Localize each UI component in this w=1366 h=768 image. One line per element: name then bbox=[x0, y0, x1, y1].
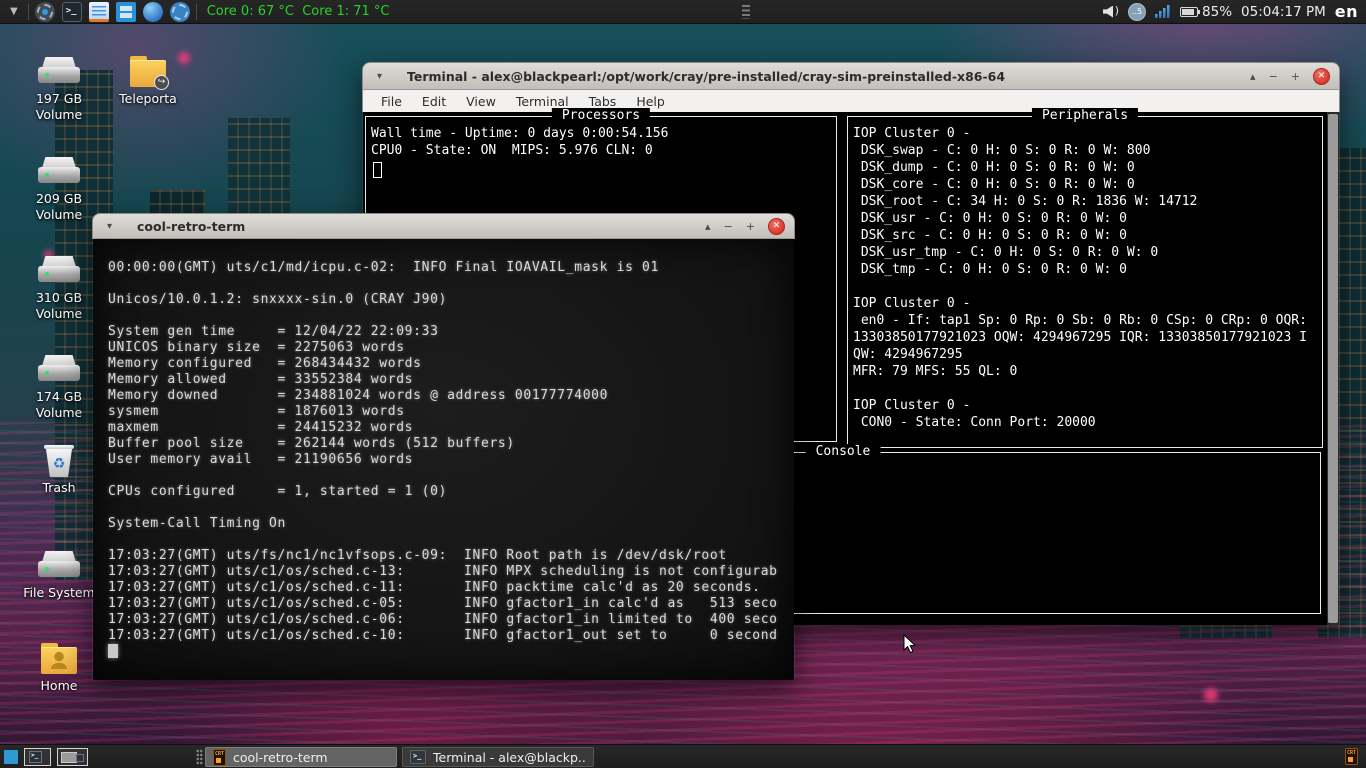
gear-blue-icon[interactable] bbox=[170, 2, 190, 22]
workspace-1[interactable] bbox=[24, 748, 51, 766]
menu-item-view[interactable]: View bbox=[456, 92, 506, 111]
indicator-icon[interactable]: ..5 bbox=[1128, 3, 1146, 21]
window-controls: ▴ − + ✕ bbox=[705, 218, 794, 235]
window-menu-arrow[interactable]: ▾ bbox=[377, 71, 391, 82]
mini-window-icon bbox=[61, 752, 77, 763]
home-folder-icon bbox=[37, 641, 81, 675]
desktop-icon-label: File System bbox=[23, 585, 95, 601]
taskbar-button-cool-retro-term[interactable]: cool-retro-term bbox=[205, 747, 397, 767]
desktop-icon-trash[interactable]: Trash bbox=[19, 443, 99, 496]
desktop-icon-volume-174[interactable]: 174 GB Volume bbox=[19, 352, 99, 421]
desktop-icon-home[interactable]: Home bbox=[19, 641, 99, 694]
shade-button[interactable]: ▴ bbox=[1250, 71, 1256, 82]
terminal-menubar: FileEditViewTerminalTabsHelp bbox=[362, 90, 1340, 112]
desktop-icon-label: Trash bbox=[42, 480, 75, 496]
battery-percent: 85% bbox=[1202, 4, 1232, 20]
processors-panel-title: Processors bbox=[552, 108, 650, 123]
close-button[interactable]: ✕ bbox=[1313, 68, 1330, 85]
peripherals-panel-title: Peripherals bbox=[1032, 108, 1138, 123]
folder-shortcut-icon bbox=[126, 54, 170, 88]
retro-term-output: 00:00:00(GMT) uts/c1/md/icpu.c-02: INFO … bbox=[93, 239, 794, 644]
shade-button[interactable]: ▴ bbox=[705, 221, 711, 232]
volume-icon[interactable] bbox=[1103, 5, 1119, 19]
desktop-icon-label: 310 GB Volume bbox=[36, 290, 83, 322]
taskbar: cool-retro-term Terminal - alex@blackp... bbox=[0, 744, 1366, 768]
panel-left: ▼ Core 0: 67 °C Core 1: 71 °C bbox=[0, 2, 389, 22]
taskbar-button-label: cool-retro-term bbox=[233, 750, 328, 765]
workspace-2[interactable] bbox=[57, 748, 88, 766]
desktop-icon-label: Teleporta bbox=[119, 91, 177, 107]
notes-icon[interactable] bbox=[89, 2, 109, 22]
terminal-titlebar[interactable]: ▾ Terminal - alex@blackpearl:/opt/work/c… bbox=[362, 62, 1340, 90]
maximize-button[interactable]: + bbox=[1291, 71, 1300, 82]
terminal-cursor bbox=[373, 162, 382, 178]
terminal-window-title: Terminal - alex@blackpearl:/opt/work/cra… bbox=[407, 69, 1005, 84]
menu-item-edit[interactable]: Edit bbox=[412, 92, 456, 111]
desktop-icon-label: 209 GB Volume bbox=[36, 191, 83, 223]
glow-orb bbox=[1204, 688, 1218, 702]
maximize-button[interactable]: + bbox=[746, 221, 755, 232]
retro-term-content[interactable]: 00:00:00(GMT) uts/c1/md/icpu.c-02: INFO … bbox=[93, 239, 794, 680]
retro-term-titlebar[interactable]: ▾ cool-retro-term ▴ − + ✕ bbox=[92, 213, 795, 239]
taskbar-app-icon[interactable] bbox=[4, 750, 18, 764]
trash-icon bbox=[37, 443, 81, 477]
browser-icon[interactable] bbox=[143, 2, 163, 22]
desktop-icon-file-system[interactable]: File System bbox=[19, 548, 99, 601]
panel-launchers bbox=[35, 2, 190, 22]
desktop-screen: ▼ Core 0: 67 °C Core 1: 71 °C ..5 85% 05… bbox=[0, 0, 1366, 768]
clock[interactable]: 05:04:17 PM bbox=[1241, 4, 1326, 20]
scrollbar[interactable] bbox=[1327, 112, 1339, 625]
desktop-icon-volume-197[interactable]: 197 GB Volume bbox=[19, 54, 99, 123]
drive-icon bbox=[37, 154, 81, 188]
window-menu-arrow[interactable]: ▾ bbox=[107, 221, 121, 232]
retro-term-cursor bbox=[108, 644, 118, 658]
drive-icon bbox=[37, 54, 81, 88]
keyboard-layout-indicator[interactable]: en bbox=[1335, 2, 1358, 21]
crt-tray-icon[interactable] bbox=[1345, 748, 1358, 765]
panel-separator bbox=[196, 4, 197, 20]
retro-term-window[interactable]: ▾ cool-retro-term ▴ − + ✕ 00:00:00(GMT) … bbox=[92, 213, 795, 680]
processors-output: Wall time - Uptime: 0 days 0:00:54.156 C… bbox=[366, 117, 836, 167]
drive-icon bbox=[37, 253, 81, 287]
desktop-icon-label: 197 GB Volume bbox=[36, 91, 83, 123]
taskbar-buttons: cool-retro-term Terminal - alex@blackp... bbox=[205, 747, 594, 767]
cpu-temperature-readout: Core 0: 67 °C Core 1: 71 °C bbox=[207, 4, 390, 19]
close-button[interactable]: ✕ bbox=[768, 218, 785, 235]
desktop-menu-arrow[interactable]: ▼ bbox=[6, 6, 22, 17]
desktop-icon-volume-310[interactable]: 310 GB Volume bbox=[19, 253, 99, 322]
menu-item-file[interactable]: File bbox=[371, 92, 412, 111]
peripherals-output: IOP Cluster 0 - DSK_swap - C: 0 H: 0 S: … bbox=[848, 117, 1316, 439]
mini-terminal-icon bbox=[29, 751, 42, 763]
crt-icon bbox=[213, 749, 226, 766]
panel-status-area: ..5 85% 05:04:17 PM en bbox=[1103, 2, 1366, 21]
desktop-icon-label: 174 GB Volume bbox=[36, 389, 83, 421]
desktop-icon-teleporta[interactable]: Teleporta bbox=[108, 54, 188, 107]
desktop-icon-label: Home bbox=[41, 678, 78, 694]
minimize-button[interactable]: − bbox=[724, 221, 733, 232]
panel-separator bbox=[28, 4, 29, 20]
terminal-launcher-icon[interactable] bbox=[62, 2, 82, 22]
taskbar-handle[interactable] bbox=[196, 749, 203, 765]
console-panel-title: Console bbox=[806, 444, 881, 459]
terminal-icon bbox=[410, 750, 426, 764]
settings-gear-icon[interactable] bbox=[35, 2, 55, 22]
drive-icon bbox=[37, 548, 81, 582]
desktop-icon-volume-209[interactable]: 209 GB Volume bbox=[19, 154, 99, 223]
network-signal-icon[interactable] bbox=[1155, 5, 1171, 18]
battery-icon[interactable] bbox=[1180, 7, 1198, 17]
taskbar-button-label: Terminal - alex@blackp... bbox=[433, 750, 586, 765]
mini-terminal-icon bbox=[76, 754, 84, 762]
drive-icon bbox=[37, 352, 81, 386]
file-cabinet-icon[interactable] bbox=[116, 2, 136, 22]
minimize-button[interactable]: − bbox=[1269, 71, 1278, 82]
peripherals-panel: Peripherals IOP Cluster 0 - DSK_swap - C… bbox=[847, 116, 1323, 448]
taskbar-button-terminal[interactable]: Terminal - alex@blackp... bbox=[402, 747, 594, 767]
window-controls: ▴ − + ✕ bbox=[1250, 68, 1339, 85]
mouse-cursor bbox=[903, 634, 917, 654]
panel-handle[interactable] bbox=[742, 5, 750, 19]
retro-term-window-title: cool-retro-term bbox=[137, 219, 245, 234]
top-panel: ▼ Core 0: 67 °C Core 1: 71 °C ..5 85% 05… bbox=[0, 0, 1366, 24]
